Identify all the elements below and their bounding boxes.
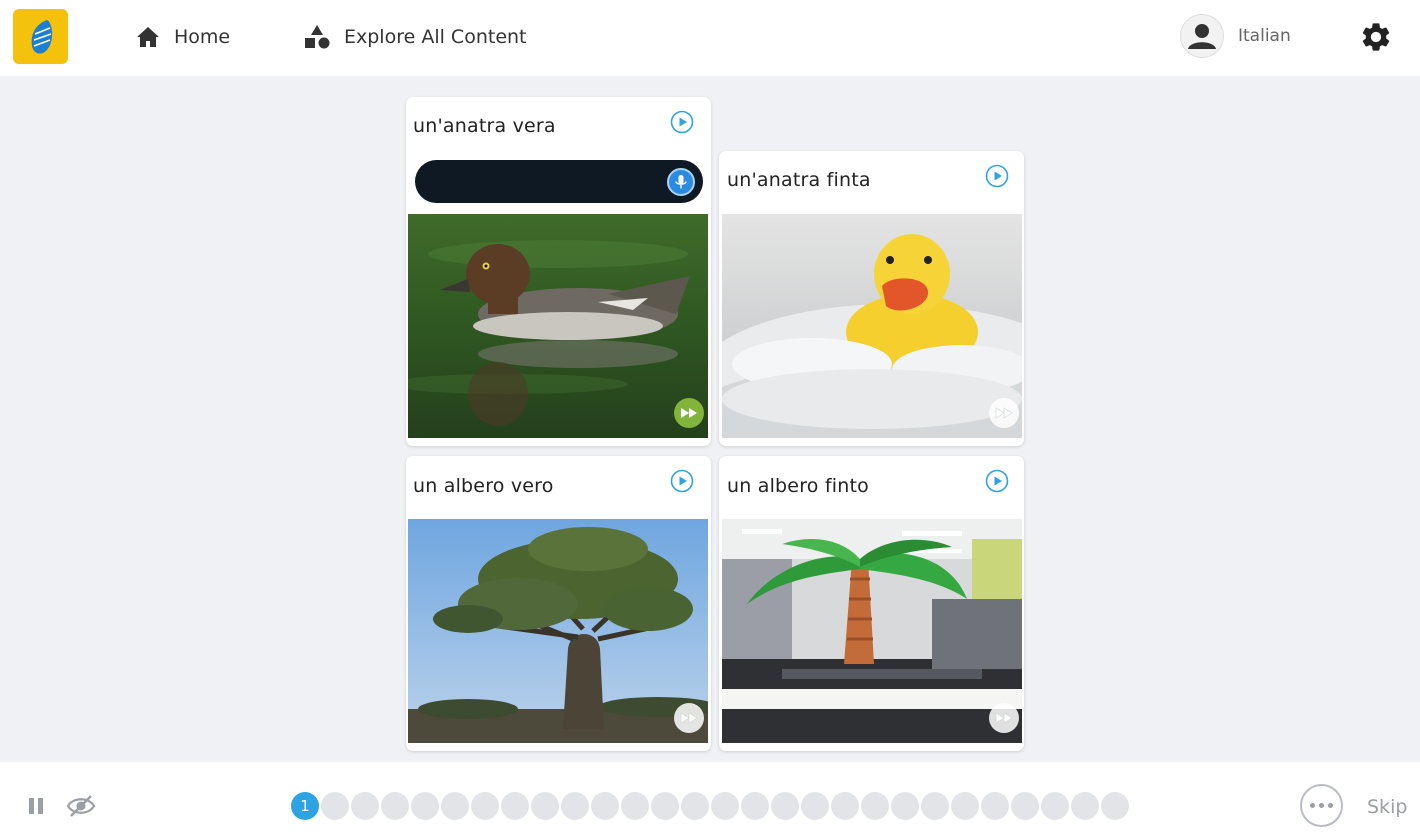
progress-dot[interactable] — [681, 792, 709, 820]
card-image-inflatable-palm — [722, 519, 1022, 743]
app-logo[interactable] — [13, 9, 68, 64]
progress-dot[interactable] — [531, 792, 559, 820]
nav-explore-all-content[interactable]: Explore All Content — [304, 22, 527, 52]
microphone-button[interactable] — [667, 168, 695, 196]
more-options-button[interactable] — [1300, 784, 1343, 827]
progress-dot[interactable] — [351, 792, 379, 820]
fast-forward-button[interactable] — [674, 703, 704, 733]
progress-dot[interactable] — [591, 792, 619, 820]
progress-dot[interactable] — [741, 792, 769, 820]
speech-input-bar[interactable] — [415, 160, 703, 203]
fast-forward-icon — [680, 712, 698, 724]
logo-stone-icon — [31, 19, 52, 54]
progress-dot[interactable] — [801, 792, 829, 820]
card-image-duck — [408, 214, 708, 438]
fast-forward-button[interactable] — [674, 398, 704, 428]
progress-dot[interactable] — [651, 792, 679, 820]
progress-dot[interactable] — [891, 792, 919, 820]
lesson-footer: 1 Skip — [0, 762, 1420, 835]
progress-dot[interactable] — [831, 792, 859, 820]
play-audio-icon[interactable] — [670, 469, 694, 493]
card-title: un albero finto — [727, 475, 869, 497]
progress-dot[interactable] — [381, 792, 409, 820]
hide-text-eye-icon[interactable] — [66, 794, 96, 818]
progress-dot[interactable] — [1041, 792, 1069, 820]
progress-dot[interactable] — [411, 792, 439, 820]
progress-dot[interactable] — [921, 792, 949, 820]
play-audio-icon[interactable] — [670, 110, 694, 134]
progress-dot[interactable] — [771, 792, 799, 820]
progress-dot[interactable] — [981, 792, 1009, 820]
progress-dot[interactable] — [1071, 792, 1099, 820]
progress-dot-current[interactable]: 1 — [291, 792, 319, 820]
skip-button[interactable]: Skip — [1367, 796, 1407, 818]
fast-forward-icon — [681, 408, 697, 418]
nav-home-label: Home — [174, 26, 231, 48]
home-icon — [137, 27, 159, 47]
progress-dots: 1 — [291, 792, 1129, 820]
gear-icon[interactable] — [1359, 20, 1393, 54]
top-bar: Home Explore All Content Italian — [0, 0, 1420, 76]
card-title: un'anatra vera — [413, 115, 556, 137]
progress-dot[interactable] — [321, 792, 349, 820]
profile-menu[interactable]: Italian — [1180, 14, 1291, 58]
progress-dot[interactable] — [561, 792, 589, 820]
fast-forward-icon — [995, 712, 1013, 724]
progress-dot[interactable] — [861, 792, 889, 820]
pause-icon[interactable] — [27, 797, 45, 815]
progress-dot[interactable] — [621, 792, 649, 820]
progress-dot[interactable] — [1011, 792, 1039, 820]
answer-card-4[interactable]: un albero finto — [719, 456, 1024, 751]
fast-forward-button[interactable] — [989, 398, 1019, 428]
microphone-icon — [675, 175, 687, 189]
card-title: un'anatra finta — [727, 169, 871, 191]
dot — [1310, 803, 1315, 808]
progress-dot[interactable] — [951, 792, 979, 820]
dot — [1319, 803, 1324, 808]
progress-dot[interactable] — [441, 792, 469, 820]
nav-explore-label: Explore All Content — [344, 26, 527, 48]
shapes-icon — [305, 25, 330, 49]
answer-card-2[interactable]: un'anatra finta — [719, 151, 1024, 446]
language-label: Italian — [1238, 26, 1291, 46]
dot — [1328, 803, 1333, 808]
nav-home[interactable]: Home — [136, 22, 230, 52]
user-icon — [1188, 24, 1216, 49]
avatar[interactable] — [1180, 14, 1224, 58]
answer-card-1[interactable]: un'anatra vera — [406, 97, 711, 446]
play-audio-icon[interactable] — [985, 164, 1009, 188]
card-image-baobab-tree — [408, 519, 708, 743]
card-image-rubber-duck — [722, 214, 1022, 438]
fast-forward-button[interactable] — [989, 703, 1019, 733]
progress-dot[interactable] — [1101, 792, 1129, 820]
card-title: un albero vero — [413, 475, 554, 497]
progress-dot[interactable] — [711, 792, 739, 820]
fast-forward-icon — [995, 407, 1013, 419]
answer-card-3[interactable]: un albero vero — [406, 456, 711, 751]
progress-dot[interactable] — [501, 792, 529, 820]
progress-dot[interactable] — [471, 792, 499, 820]
play-audio-icon[interactable] — [985, 469, 1009, 493]
